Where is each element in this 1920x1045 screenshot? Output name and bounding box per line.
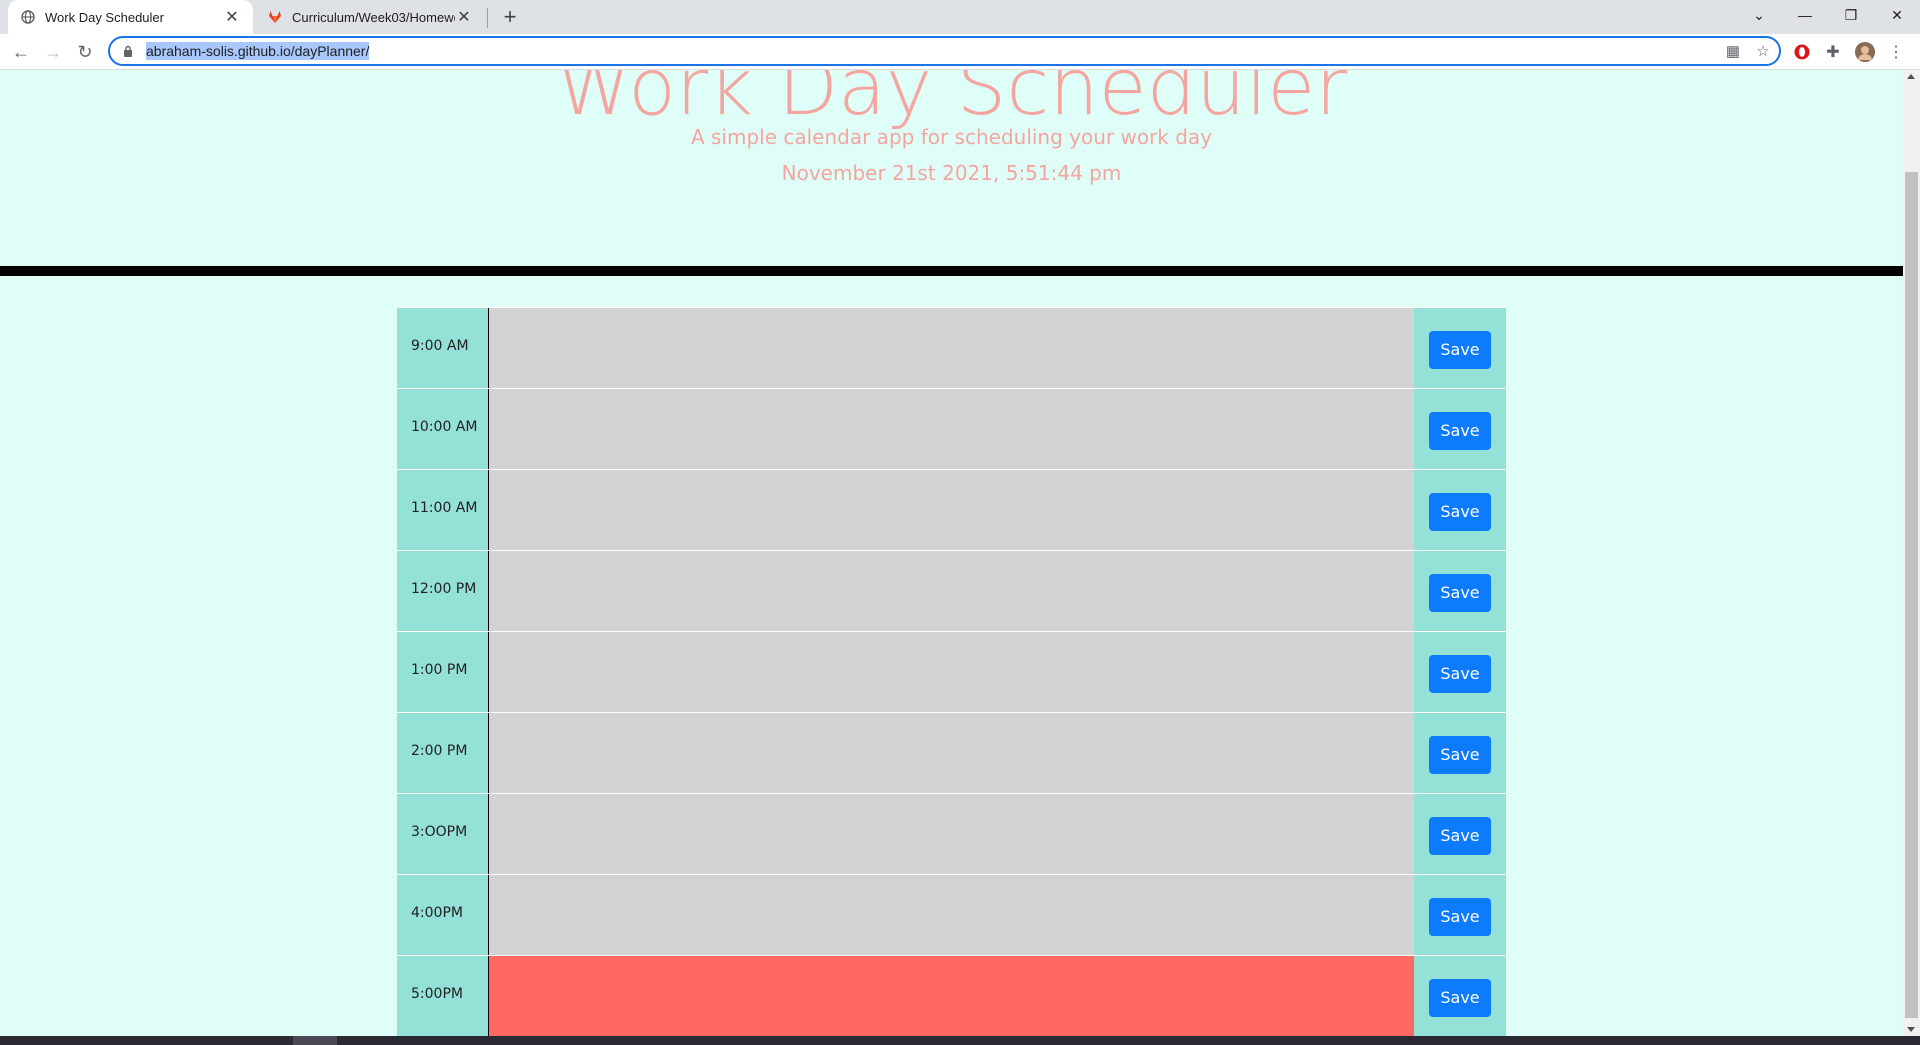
lock-icon[interactable] bbox=[122, 44, 134, 58]
address-bar[interactable]: abraham-solis.github.io/dayPlanner/ ▦ ☆ bbox=[108, 36, 1781, 66]
header-divider bbox=[0, 266, 1903, 276]
event-description-input[interactable] bbox=[489, 713, 1414, 793]
hour-label: 1:00 PM bbox=[397, 632, 489, 712]
save-cell: Save bbox=[1414, 713, 1506, 793]
extensions-puzzle-icon[interactable]: ✚ bbox=[1821, 40, 1845, 64]
scroll-up-arrow-icon[interactable] bbox=[1907, 74, 1915, 79]
scroll-down-arrow-icon[interactable] bbox=[1907, 1027, 1915, 1032]
time-block: 5:00PM Save bbox=[397, 955, 1506, 1036]
save-button[interactable]: Save bbox=[1429, 816, 1491, 855]
time-block: 9:00 AM Save bbox=[397, 307, 1506, 388]
browser-tab-bar: Work Day Scheduler ✕ Curriculum/Week03/H… bbox=[0, 0, 1920, 34]
save-cell: Save bbox=[1414, 389, 1506, 469]
save-button[interactable]: Save bbox=[1429, 978, 1491, 1017]
save-button[interactable]: Save bbox=[1429, 654, 1491, 693]
save-cell: Save bbox=[1414, 794, 1506, 874]
save-button[interactable]: Save bbox=[1429, 492, 1491, 531]
hour-label: 2:00 PM bbox=[397, 713, 489, 793]
save-cell: Save bbox=[1414, 956, 1506, 1036]
restore-icon[interactable]: ❐ bbox=[1828, 0, 1874, 30]
schedule-container: 9:00 AM Save 10:00 AM Save 11:00 AM Save… bbox=[397, 307, 1506, 1036]
page-viewport: Work Day Scheduler A simple calendar app… bbox=[0, 70, 1903, 1036]
save-cell: Save bbox=[1414, 308, 1506, 388]
page-scrollbar[interactable] bbox=[1903, 70, 1920, 1036]
save-cell: Save bbox=[1414, 875, 1506, 955]
url-text[interactable]: abraham-solis.github.io/dayPlanner/ bbox=[146, 42, 370, 60]
forward-icon[interactable]: → bbox=[39, 39, 67, 65]
time-block: 11:00 AM Save bbox=[397, 469, 1506, 550]
save-button[interactable]: Save bbox=[1429, 330, 1491, 369]
save-cell: Save bbox=[1414, 551, 1506, 631]
time-block: 10:00 AM Save bbox=[397, 388, 1506, 469]
tab-search-icon[interactable]: ⌄ bbox=[1736, 0, 1782, 30]
time-block: 1:00 PM Save bbox=[397, 631, 1506, 712]
back-icon[interactable]: ← bbox=[7, 39, 35, 65]
os-taskbar bbox=[0, 1036, 1920, 1045]
event-description-input[interactable] bbox=[489, 389, 1414, 469]
profile-avatar[interactable] bbox=[1853, 40, 1877, 64]
current-date: November 21st 2021, 5:51:44 pm bbox=[781, 161, 1122, 185]
event-description-input[interactable] bbox=[489, 470, 1414, 550]
scrollbar-thumb[interactable] bbox=[1905, 172, 1918, 1018]
qr-code-icon[interactable]: ▦ bbox=[1723, 41, 1743, 61]
save-cell: Save bbox=[1414, 470, 1506, 550]
event-description-input[interactable] bbox=[489, 956, 1414, 1036]
browser-toolbar: ← → ↻ abraham-solis.github.io/dayPlanner… bbox=[0, 34, 1920, 70]
hour-label: 10:00 AM bbox=[397, 389, 489, 469]
new-tab-button[interactable]: + bbox=[497, 4, 523, 30]
tab-title: Work Day Scheduler bbox=[45, 9, 164, 25]
hour-label: 9:00 AM bbox=[397, 308, 489, 388]
close-tab-icon[interactable]: ✕ bbox=[223, 8, 241, 26]
bookmark-star-icon[interactable]: ☆ bbox=[1753, 41, 1773, 61]
taskbar-item[interactable] bbox=[293, 1036, 337, 1045]
save-button[interactable]: Save bbox=[1429, 411, 1491, 450]
close-tab-icon[interactable]: ✕ bbox=[455, 8, 473, 26]
close-window-icon[interactable]: ✕ bbox=[1874, 0, 1920, 30]
hour-label: 12:00 PM bbox=[397, 551, 489, 631]
event-description-input[interactable] bbox=[489, 632, 1414, 712]
hour-label: 4:00PM bbox=[397, 875, 489, 955]
event-description-input[interactable] bbox=[489, 875, 1414, 955]
hour-label: 11:00 AM bbox=[397, 470, 489, 550]
hour-label: 3:OOPM bbox=[397, 794, 489, 874]
time-block: 12:00 PM Save bbox=[397, 550, 1506, 631]
save-cell: Save bbox=[1414, 632, 1506, 712]
time-block: 2:00 PM Save bbox=[397, 712, 1506, 793]
tab-separator bbox=[487, 8, 488, 28]
page-subtitle: A simple calendar app for scheduling you… bbox=[690, 125, 1213, 149]
save-button[interactable]: Save bbox=[1429, 897, 1491, 936]
save-button[interactable]: Save bbox=[1429, 735, 1491, 774]
time-block: 4:00PM Save bbox=[397, 874, 1506, 955]
save-button[interactable]: Save bbox=[1429, 573, 1491, 612]
event-description-input[interactable] bbox=[489, 794, 1414, 874]
minimize-icon[interactable]: — bbox=[1782, 0, 1828, 30]
event-description-input[interactable] bbox=[489, 551, 1414, 631]
event-description-input[interactable] bbox=[489, 308, 1414, 388]
hour-label: 5:00PM bbox=[397, 956, 489, 1036]
browser-menu-icon[interactable]: ⋮ bbox=[1884, 40, 1908, 64]
gitlab-icon bbox=[267, 9, 283, 25]
time-block: 3:OOPM Save bbox=[397, 793, 1506, 874]
globe-icon bbox=[20, 9, 36, 25]
header-jumbotron: Work Day Scheduler A simple calendar app… bbox=[0, 70, 1903, 266]
opera-extension-icon[interactable] bbox=[1790, 40, 1814, 64]
tab-title: Curriculum/Week03/Homework/ bbox=[292, 9, 455, 25]
reload-icon[interactable]: ↻ bbox=[71, 39, 99, 65]
tab-work-day-scheduler[interactable]: Work Day Scheduler ✕ bbox=[8, 0, 253, 34]
tab-curriculum[interactable]: Curriculum/Week03/Homework/ ✕ bbox=[255, 0, 485, 34]
